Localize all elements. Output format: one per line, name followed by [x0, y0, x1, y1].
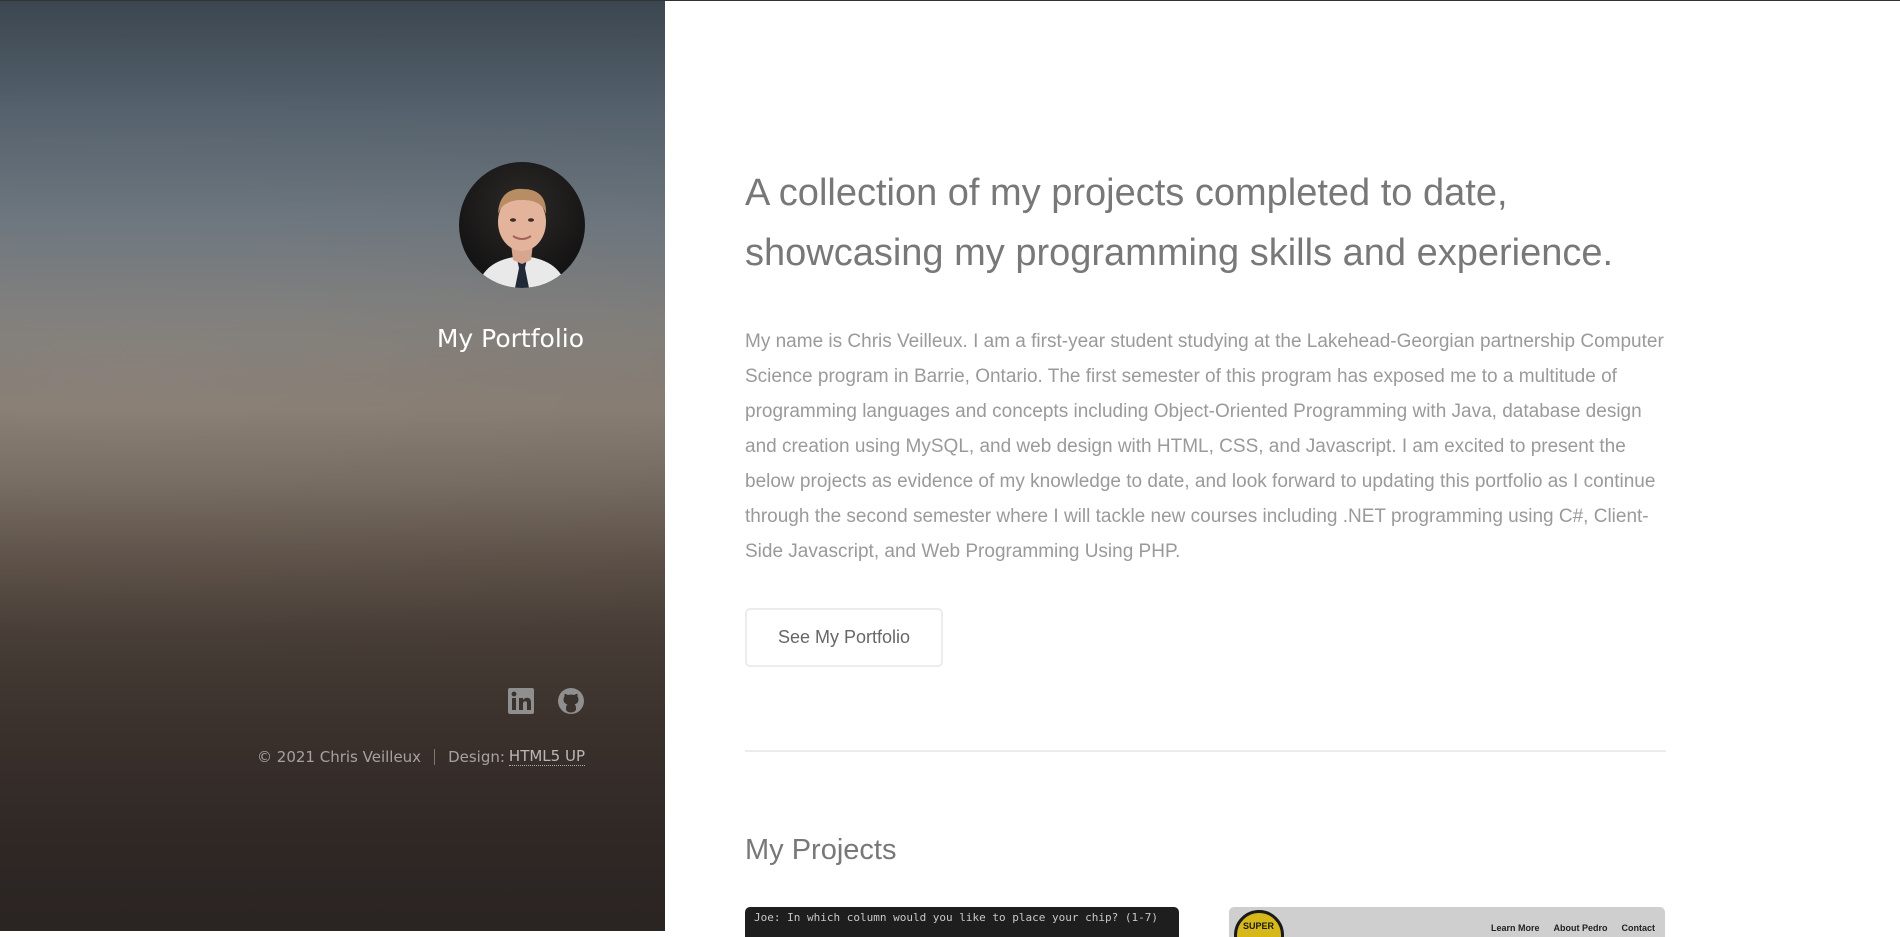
- design-label: Design:: [448, 747, 505, 766]
- intro-paragraph: My name is Chris Veilleux. I am a first-…: [745, 331, 1664, 562]
- site-title: My Portfolio: [436, 324, 584, 353]
- page-headline: A collection of my projects completed to…: [745, 172, 1614, 274]
- project-preview-text: Joe: In which column would you like to p…: [754, 911, 1158, 924]
- main-content: A collection of my projects completed to…: [665, 1, 1900, 937]
- social-links: [507, 687, 585, 715]
- project-logo-text: SUPER: [1243, 921, 1275, 931]
- avatar-portrait: [477, 188, 567, 288]
- linkedin-link[interactable]: [507, 687, 535, 715]
- sidebar-background: [0, 1, 665, 931]
- projects-heading: My Projects: [745, 834, 897, 866]
- project-thumbnail-website[interactable]: SUPER Learn More About Pedro Contact: [1229, 907, 1665, 937]
- github-icon: [558, 688, 584, 714]
- sidebar: My Portfolio © 2021 Chris Veilleux Desig…: [0, 1, 665, 931]
- copyright-text: © 2021 Chris Veilleux: [257, 747, 422, 766]
- html5up-link[interactable]: HTML5 UP: [508, 747, 585, 766]
- footer-divider: [434, 748, 436, 765]
- github-link[interactable]: [557, 687, 585, 715]
- project-preview-nav: Learn More About Pedro Contact: [1491, 923, 1655, 933]
- linkedin-icon: [508, 688, 534, 714]
- avatar: [459, 162, 585, 288]
- project-nav-item: Contact: [1621, 923, 1656, 933]
- project-nav-item: About Pedro: [1553, 923, 1608, 933]
- project-thumbnail-connect-four[interactable]: Joe: In which column would you like to p…: [745, 907, 1179, 937]
- section-divider: [745, 750, 1666, 752]
- project-logo: SUPER: [1234, 910, 1284, 937]
- see-portfolio-button[interactable]: See My Portfolio: [745, 608, 943, 667]
- project-nav-item: Learn More: [1490, 923, 1540, 933]
- sidebar-footer: © 2021 Chris Veilleux Design: HTML5 UP: [257, 747, 585, 766]
